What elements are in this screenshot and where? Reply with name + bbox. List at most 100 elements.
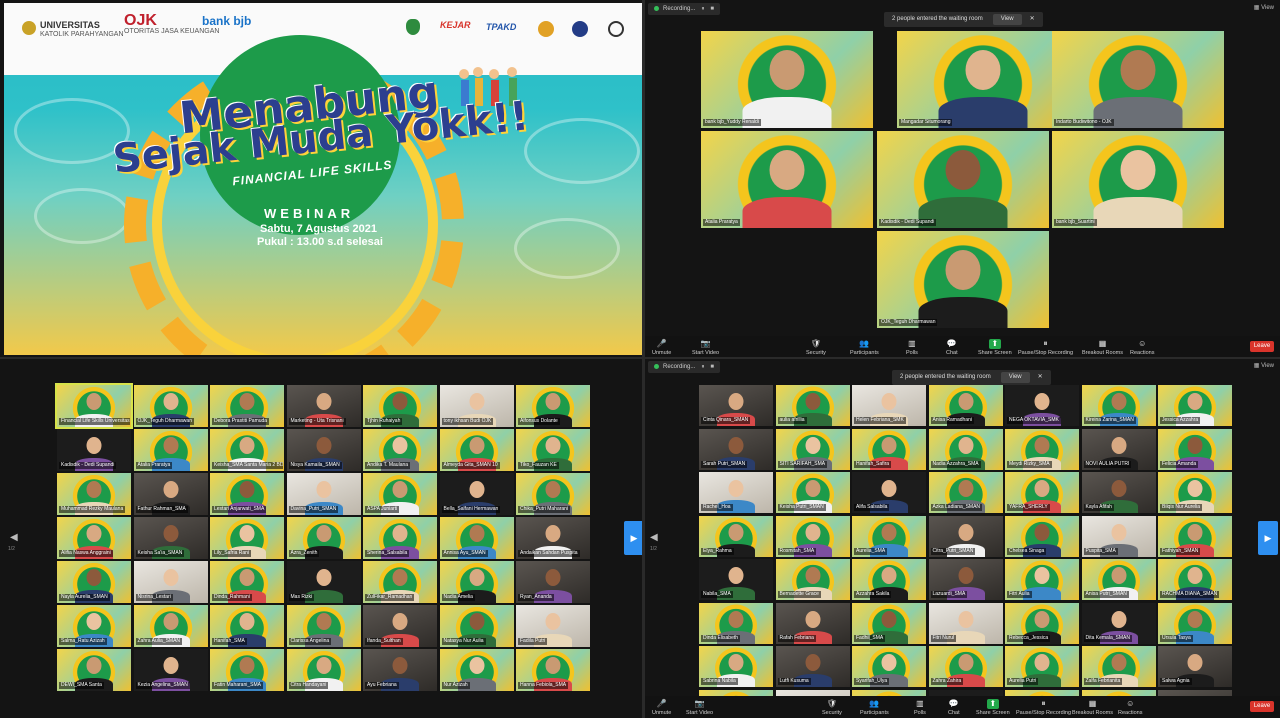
view-waiting-button[interactable]: View [992,14,1022,25]
video-tile[interactable]: bank bjb_Yuddy Renaldi [701,31,873,128]
video-tile[interactable]: Nur Azizah [439,649,514,691]
toolbar-polls-button[interactable]: ▥ Polls [914,699,926,716]
video-tile[interactable]: DEWI_SMA Santa [57,649,131,691]
toolbar-pause-stop-recording-button[interactable]: ⏸ Pause/Stop Recording [1018,339,1073,356]
video-tile[interactable]: Nisya Kamaila_SMAN [286,429,361,471]
video-tile[interactable]: Fadhil_SMA [852,602,926,644]
video-tile[interactable]: Alfonsus Dolante [516,385,590,427]
video-tile[interactable]: Aurelia_SMA [852,515,926,557]
video-tile[interactable]: Ayu Febriana [363,649,437,691]
close-icon[interactable]: ✕ [1038,374,1043,380]
view-waiting-button[interactable]: View [1000,372,1030,383]
video-tile[interactable]: Salwa Agnia [1158,646,1232,687]
video-tile[interactable]: Nayla Aurelia_SMAN [57,561,131,603]
video-tile[interactable]: Meydi Rizky_SMA [1005,428,1079,470]
leave-button[interactable]: Leave [1250,341,1274,352]
video-tile[interactable]: Andika T. Maulana [363,429,437,471]
toolbar-breakout-rooms-button[interactable]: ▦ Breakout Rooms [1072,699,1113,716]
video-tile[interactable]: OJK_Teguh Dharmawan [877,231,1049,328]
video-tile[interactable]: Alifia Naswa Anggraini [57,517,131,559]
toolbar-polls-button[interactable]: ▥ Polls [906,339,918,356]
toolbar-unmute-button[interactable]: 🎤 Unmute [652,339,671,356]
video-tile[interactable]: Debora Prastiti Pamuda [210,385,284,427]
video-tile[interactable]: RACHMA DIANA_SMAN [1158,559,1232,600]
video-tile[interactable]: Jessica Azzahra [1158,385,1232,426]
video-tile[interactable]: Felicia Amanda [1158,428,1232,470]
video-tile[interactable]: NOVI AULIA PUTRI [1081,428,1156,470]
view-layout-button[interactable]: ▦ View [1254,4,1274,11]
toolbar-unmute-button[interactable]: 🎤 Unmute [652,699,671,716]
video-tile[interactable]: Kayla Afifah [1081,472,1156,513]
video-tile[interactable]: Azzahra Sakila [852,559,926,600]
video-tile[interactable]: Elya_Rahma [699,515,773,557]
video-tile[interactable]: Kireina Zarina_SMAN [1081,385,1156,426]
video-tile[interactable]: Azka Ladiana_SMAN [928,472,1003,513]
toolbar-breakout-rooms-button[interactable]: ▦ Breakout Rooms [1082,339,1123,356]
video-tile[interactable]: Hanna Febiola_SMA [516,649,590,691]
video-tile[interactable]: Tiko_Fauzan KE [516,429,590,471]
video-tile[interactable]: Muhammad Rezky Maulana [57,473,131,515]
toolbar-participants-button[interactable]: 👥 Participants [860,699,889,716]
video-tile[interactable]: ZulFikar_Ramadhan [363,561,437,603]
video-tile[interactable]: Syarifah_Ulya [852,646,926,687]
view-layout-button[interactable]: ▦ View [1254,362,1274,369]
video-tile[interactable]: Nisrina_Lestari [133,561,208,603]
video-tile[interactable]: Fitri Aulia [1005,559,1079,600]
toolbar-share-screen-button[interactable]: ⬆ Share Screen [976,699,1010,716]
video-tile[interactable]: Bella_Salfani Hermawan [439,473,514,515]
video-tile[interactable]: SITI SARIFAH_SMA [775,428,850,470]
video-tile[interactable]: Davina_Putri_SMAN [286,473,361,515]
video-tile[interactable]: Rosmitah_SMA [775,515,850,557]
video-tile[interactable]: Salma_Ratu Azizah [57,605,131,647]
toolbar-start-video-button[interactable]: 📷 Start Video [686,699,713,716]
video-tile[interactable]: Almeyda Gita_SMAN 10 [439,429,514,471]
video-tile[interactable]: Bilqis Nur Aurelia [1158,472,1232,513]
video-tile[interactable]: Alifa Salsabila [852,472,926,513]
video-tile[interactable]: Andaikan Sahdan Puspita [516,517,590,559]
video-tile[interactable]: aulia afrillia [775,385,850,426]
video-tile[interactable]: Indarto Budiwitono - OJK [1052,31,1224,128]
video-tile[interactable]: Sabrina Nabila [699,646,773,687]
recording-indicator[interactable]: Recording... ⏸ ■ [648,361,720,373]
stop-icon[interactable]: ■ [710,3,714,15]
toolbar-chat-button[interactable]: 💬 Chat [946,339,958,356]
video-tile[interactable]: Rachel_Hoa [699,472,773,513]
toolbar-pause-stop-recording-button[interactable]: ⏸ Pause/Stop Recording [1016,699,1071,716]
video-tile[interactable]: Hanifah_SMA [210,605,284,647]
recording-indicator[interactable]: Recording... ⏸ ■ [648,3,720,15]
video-tile[interactable]: Helen Febriana_SMK [852,385,926,426]
toolbar-start-video-button[interactable]: 📷 Start Video [692,339,719,356]
video-tile[interactable]: Nabila_SMA [699,559,773,600]
video-tile[interactable]: Sherina_Salsabila [363,517,437,559]
video-tile[interactable]: Mas Rizki [286,561,361,603]
toolbar-security-button[interactable]: 🛡 Security [822,699,842,716]
video-tile[interactable]: Fadila Putri [516,605,590,647]
video-tile[interactable]: Puspita_SMA [1081,515,1156,557]
toolbar-security-button[interactable]: 🛡 Security [806,339,826,356]
video-tile[interactable]: Chika_Putri Maharani [516,473,590,515]
video-tile[interactable]: Tjhin Ruhaiyah [363,385,437,427]
pause-icon[interactable]: ⏸ [701,361,704,373]
video-tile[interactable]: Lazuardi_SMA [928,559,1003,600]
video-tile[interactable]: Zahra Aulia_SMAN [133,605,208,647]
toolbar-chat-button[interactable]: 💬 Chat [948,699,960,716]
video-tile[interactable]: Keisha_SMA Santa Maria 2 BDG [210,429,284,471]
video-tile[interactable]: Lutfi Kusuma [775,646,850,687]
next-page-button[interactable]: ▶ [624,521,644,555]
video-tile[interactable]: Dinda Elisabeth [699,602,773,644]
video-tile[interactable]: Dita Kemala_SMAN [1081,602,1156,644]
next-page-button[interactable]: ▶ [1258,521,1278,555]
video-tile[interactable]: Anisa Ramadhani [928,385,1003,426]
video-tile[interactable]: Keisha Putri_SMAN [775,472,850,513]
pause-icon[interactable]: ⏸ [701,3,704,15]
video-tile[interactable]: tony ikhsan Budi OJK [439,385,514,427]
toolbar-share-screen-button[interactable]: ⬆ Share Screen [978,339,1012,356]
video-tile[interactable]: Fitri Nurul [928,602,1003,644]
video-tile[interactable]: Zalfa Febrianita [1081,646,1156,687]
previous-page-icon[interactable]: ◀ [650,532,658,543]
video-tile[interactable]: Aurelia Putri [1005,646,1079,687]
video-tile[interactable]: Ryan_Ananda [516,561,590,603]
video-tile[interactable]: Citra Handayani [286,649,361,691]
video-tile[interactable]: Lily_Safria Rani [210,517,284,559]
video-tile[interactable]: Zahra Zahira [928,646,1003,687]
